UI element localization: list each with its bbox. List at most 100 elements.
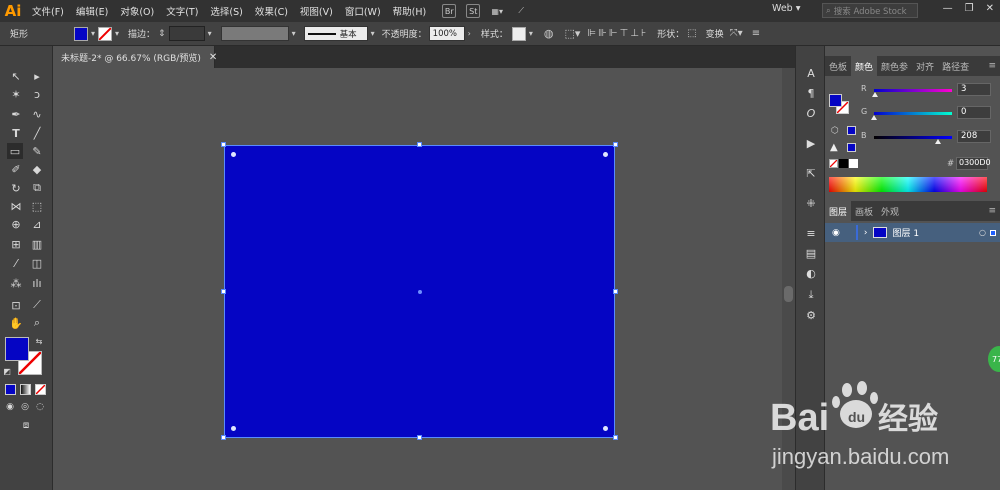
tab-appearance[interactable]: 外观 — [877, 205, 903, 218]
menu-file[interactable]: 文件(F) — [26, 4, 70, 18]
shape-builder-tool-icon[interactable]: ⊕ — [8, 216, 24, 232]
panel-menu-icon[interactable]: ≡ — [984, 61, 1000, 71]
gradient-mode-icon[interactable] — [20, 384, 31, 395]
tab-pathfinder[interactable]: 路径查 — [938, 60, 973, 73]
out-of-gamut-icon[interactable]: ⬡ — [831, 126, 839, 136]
links-panel-icon[interactable]: ⁜ — [804, 196, 818, 210]
paragraph-panel-icon[interactable]: ¶ — [804, 86, 818, 100]
mesh-tool-icon[interactable]: ⊞ — [8, 236, 24, 252]
rectangle-tool-icon[interactable]: ▭ — [7, 143, 23, 159]
gamut-swatch[interactable] — [847, 143, 856, 152]
menu-type[interactable]: 文字(T) — [160, 4, 204, 18]
align-icons[interactable]: ⊫⊪⊩⊤⊥⊦ — [587, 28, 648, 39]
menu-view[interactable]: 视图(V) — [294, 4, 339, 18]
color-mode-icon[interactable] — [5, 384, 16, 395]
shaper-tool-icon[interactable]: ✐ — [8, 161, 24, 177]
slider-g[interactable]: G 0 — [861, 106, 998, 120]
align-to-icon[interactable]: ⬚▾ — [565, 27, 581, 40]
slider-g-knob[interactable] — [871, 115, 877, 120]
visibility-eye-icon[interactable]: ◉ — [832, 228, 840, 238]
direct-selection-tool-icon[interactable]: ▸ — [29, 68, 45, 84]
panel-menu-icon[interactable]: ≡ — [984, 206, 1000, 216]
fill-color-box-front[interactable] — [5, 337, 29, 361]
blend-tool-icon[interactable]: ◫ — [29, 255, 45, 271]
chevron-down-icon[interactable]: ▾ — [371, 29, 375, 38]
line-segment-tool-icon[interactable]: ╱ — [29, 125, 45, 141]
close-icon[interactable]: ✕ — [986, 3, 994, 14]
transparency-panel-icon[interactable]: ◐ — [804, 266, 818, 280]
hex-input[interactable]: 0300D0 — [956, 157, 991, 170]
target-icon[interactable]: ○ — [979, 228, 986, 237]
opentype-panel-icon[interactable]: O — [804, 106, 818, 120]
scrollbar-thumb[interactable] — [784, 286, 793, 302]
document-tab[interactable]: 未标题-2* @ 66.67% (RGB/预览) ✕ — [53, 46, 217, 68]
color-spectrum[interactable] — [829, 177, 987, 192]
stroke-weight-input[interactable] — [168, 26, 205, 41]
tab-color-guide[interactable]: 颜色参 — [877, 60, 912, 73]
corner-radius-widget[interactable] — [603, 426, 608, 431]
draw-inside-icon[interactable]: ◌ — [34, 401, 46, 413]
stock-search-input[interactable]: ⌕ 搜索 Adobe Stock — [822, 3, 918, 18]
close-icon[interactable]: ✕ — [209, 52, 217, 63]
resize-handle-w[interactable] — [221, 289, 226, 294]
resize-handle-sw[interactable] — [221, 435, 226, 440]
fill-swatch[interactable] — [74, 26, 88, 41]
expand-chevron-icon[interactable]: › — [864, 228, 868, 238]
white-color-icon[interactable] — [849, 159, 858, 168]
lasso-tool-icon[interactable]: ↄ — [29, 86, 45, 102]
stroke-panel-icon[interactable]: ≡ — [804, 226, 818, 240]
draw-behind-icon[interactable]: ◎ — [19, 401, 31, 413]
corner-radius-widget[interactable] — [603, 152, 608, 157]
perspective-grid-tool-icon[interactable]: ⊿ — [29, 216, 45, 232]
layer-name[interactable]: 图层 1 — [892, 226, 919, 239]
chevron-down-icon[interactable]: ▾ — [208, 29, 212, 38]
b-value-input[interactable]: 208 — [957, 130, 991, 143]
artboard-tool-icon[interactable]: ⊡ — [8, 297, 24, 313]
screen-mode-icon[interactable]: ⧈ — [17, 419, 35, 431]
layer-row[interactable]: ◉ › 图层 1 ○ — [825, 223, 1000, 242]
shape-properties-icon[interactable]: ⬚ — [687, 28, 696, 39]
r-value-input[interactable]: 3 — [957, 83, 991, 96]
slider-r-track[interactable] — [874, 89, 952, 92]
zoom-tool-icon[interactable]: ⌕ — [29, 315, 45, 331]
slider-b-knob[interactable] — [934, 139, 941, 144]
resize-handle-n[interactable] — [417, 142, 422, 147]
slice-tool-icon[interactable]: ⟋ — [29, 297, 45, 313]
workspace-switcher[interactable]: Web ▾ — [772, 3, 801, 14]
selected-rectangle[interactable] — [224, 145, 615, 438]
settings-icon[interactable]: ⚙ — [804, 308, 818, 322]
gradient-tool-icon[interactable]: ▥ — [29, 236, 45, 252]
resize-handle-ne[interactable] — [613, 142, 618, 147]
menu-effect[interactable]: 效果(C) — [249, 4, 294, 18]
brush-definition-dropdown[interactable]: 基本 — [303, 26, 368, 41]
recolor-artwork-icon[interactable]: ◍ — [544, 27, 554, 40]
gradient-panel-icon[interactable]: ▤ — [804, 246, 818, 260]
scale-tool-icon[interactable]: ⧉ — [29, 180, 45, 196]
pen-tool-icon[interactable]: ✒ — [8, 106, 24, 122]
warning-icon[interactable]: ▲ — [830, 142, 838, 153]
draw-normal-icon[interactable]: ◉ — [4, 401, 16, 413]
export-panel-icon[interactable]: ⇱ — [804, 166, 818, 180]
restore-icon[interactable]: ❐ — [965, 3, 974, 14]
black-color-icon[interactable] — [839, 159, 848, 168]
menu-edit[interactable]: 编辑(E) — [70, 4, 114, 18]
tab-artboards[interactable]: 画板 — [851, 205, 877, 218]
canvas-area[interactable] — [53, 68, 782, 490]
resize-handle-se[interactable] — [613, 435, 618, 440]
tab-color[interactable]: 颜色 — [851, 56, 878, 76]
slider-r[interactable]: R 3 — [861, 83, 998, 97]
none-color-icon[interactable] — [829, 159, 838, 168]
rotate-tool-icon[interactable]: ↻ — [8, 180, 24, 196]
slider-b[interactable]: B 208 — [861, 130, 998, 144]
hand-tool-icon[interactable]: ✋ — [8, 315, 24, 331]
slider-r-knob[interactable] — [871, 92, 878, 97]
selection-indicator[interactable] — [990, 229, 996, 236]
chevron-down-icon[interactable]: ▾ — [292, 29, 296, 38]
column-graph-tool-icon[interactable]: ılı — [29, 275, 45, 291]
resize-handle-nw[interactable] — [221, 142, 226, 147]
stroke-swatch[interactable] — [98, 26, 113, 41]
paintbrush-tool-icon[interactable]: ✎ — [29, 143, 45, 159]
swap-fill-stroke-icon[interactable]: ⇆ — [34, 336, 44, 346]
minimize-icon[interactable]: — — [943, 3, 953, 14]
menu-help[interactable]: 帮助(H) — [387, 4, 433, 18]
